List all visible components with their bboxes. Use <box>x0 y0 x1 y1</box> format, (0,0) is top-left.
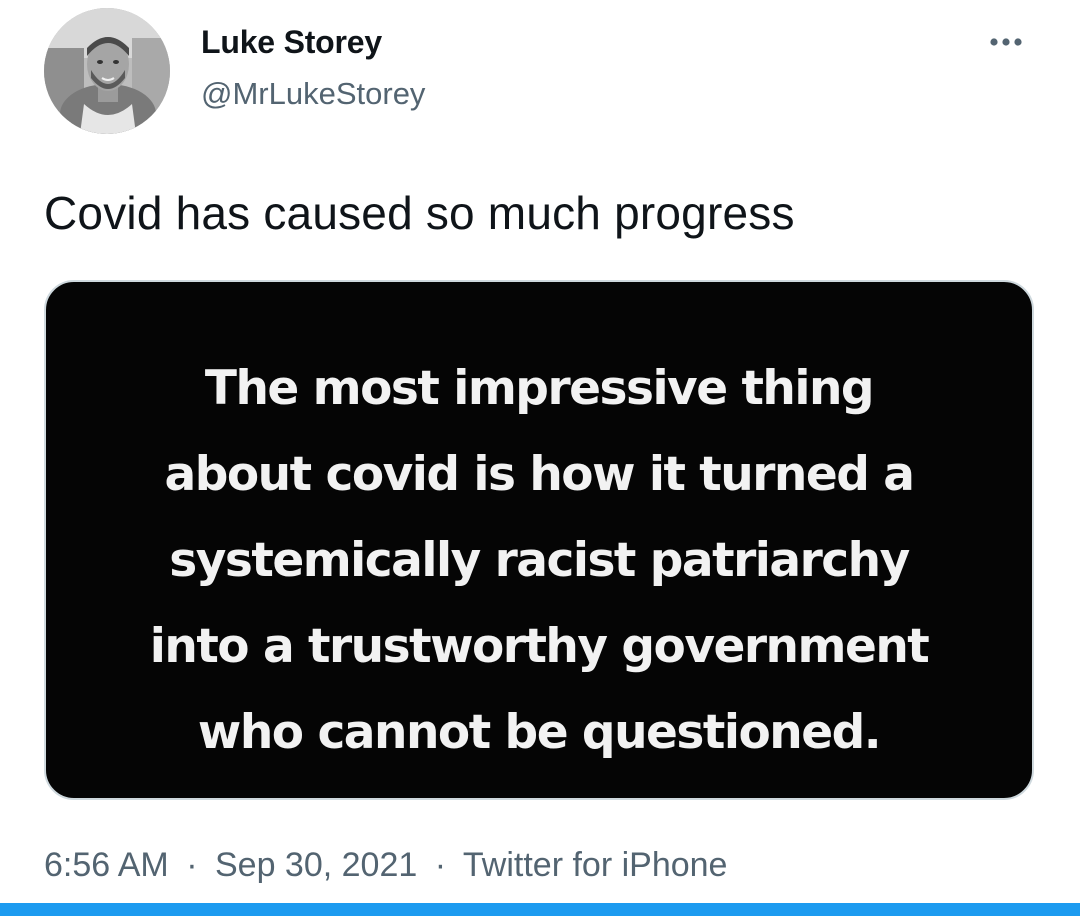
media-text-line: systemically racist patriarchy <box>169 533 910 588</box>
media-image-text: The most impressive thing about covid is… <box>46 346 1032 776</box>
tweet-source[interactable]: Twitter for iPhone <box>463 846 728 884</box>
meta-separator: · <box>434 846 447 884</box>
media-text-line: into a trustworthy government <box>149 619 930 674</box>
more-options-button[interactable] <box>978 20 1034 64</box>
author-display-name[interactable]: Luke Storey <box>201 24 382 61</box>
avatar-photo <box>44 8 170 134</box>
avatar[interactable] <box>44 8 170 134</box>
accent-bar <box>0 903 1080 916</box>
media-text-line: about covid is how it turned a <box>164 447 915 502</box>
more-horizontal-icon <box>990 38 1022 46</box>
tweet-media-image[interactable]: The most impressive thing about covid is… <box>44 280 1034 800</box>
meta-separator: · <box>186 846 198 884</box>
media-text-line: The most impressive thing <box>204 361 875 416</box>
tweet-time[interactable]: 6:56 AM <box>44 846 169 884</box>
tweet-date[interactable]: Sep 30, 2021 <box>215 846 417 884</box>
author-handle[interactable]: @MrLukeStorey <box>201 76 425 112</box>
tweet-text: Covid has caused so much progress <box>44 187 795 239</box>
tweet-metadata: 6:56 AM · Sep 30, 2021 · Twitter for iPh… <box>44 846 727 885</box>
media-text-line: who cannot be questioned. <box>197 705 882 760</box>
